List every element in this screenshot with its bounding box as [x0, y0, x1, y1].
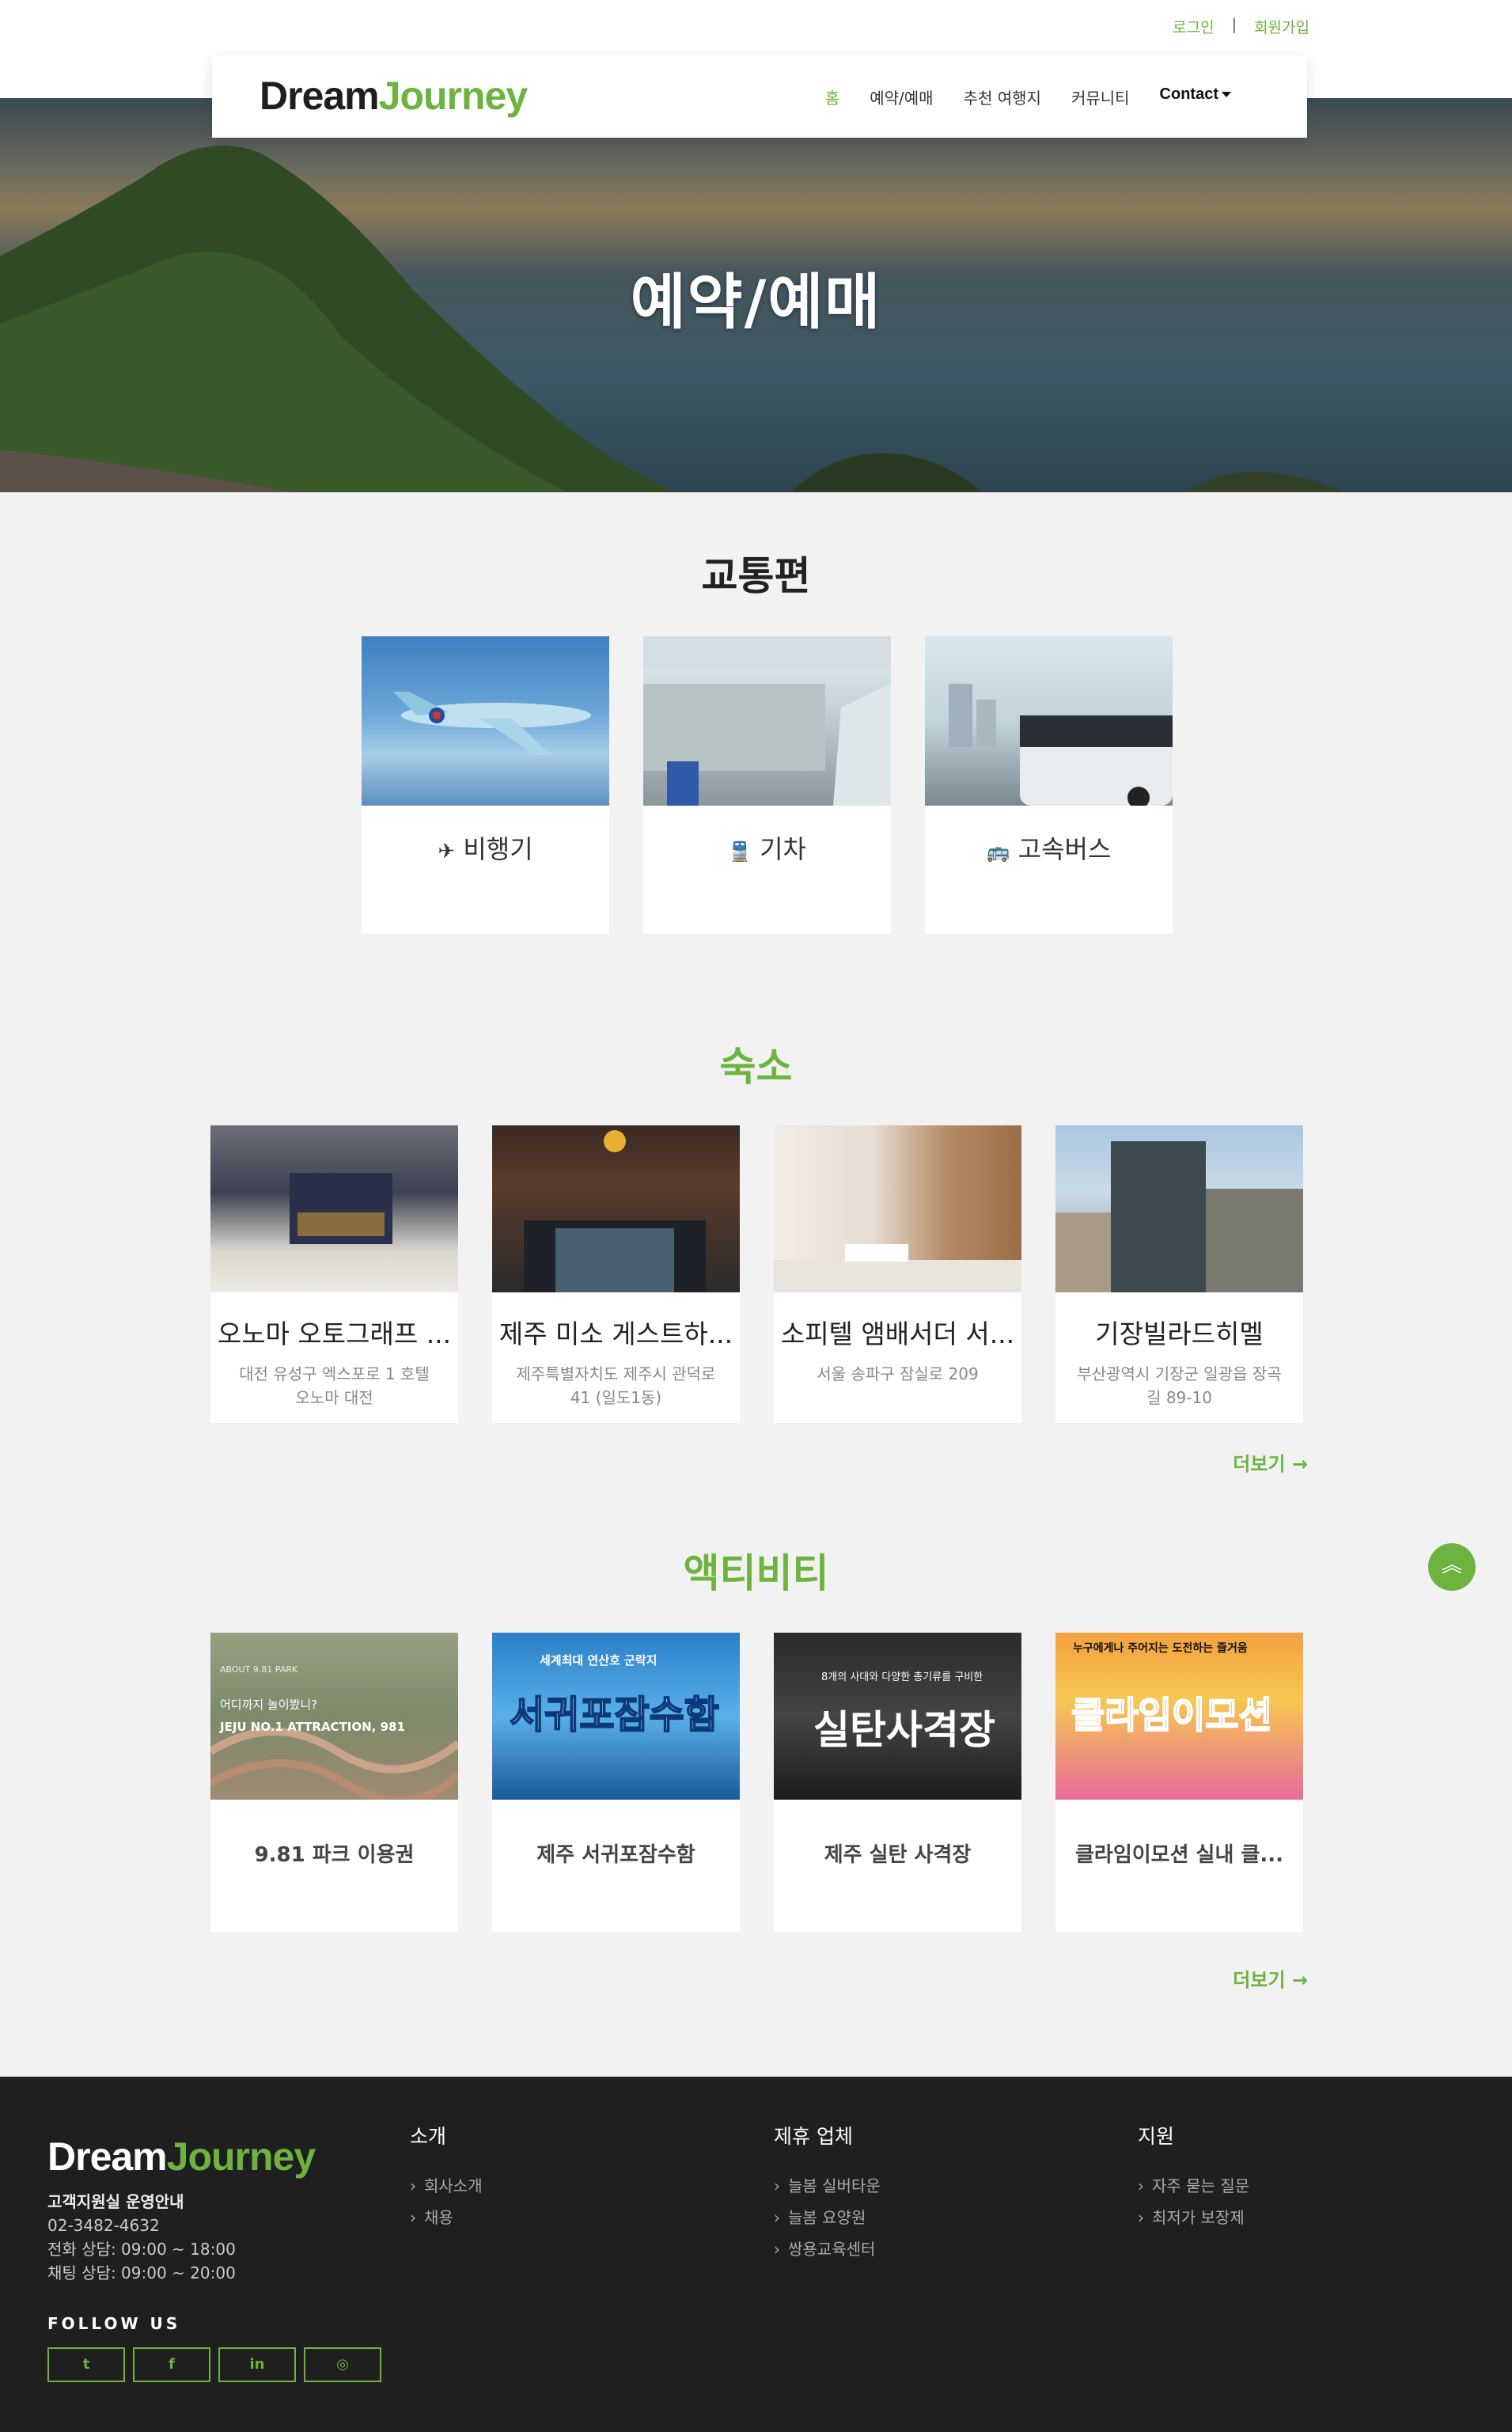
transport-card-bus[interactable]: 🚌 고속버스 — [925, 636, 1173, 934]
footer-link[interactable]: 채용 — [410, 2202, 483, 2233]
footer-link[interactable]: 자주 묻는 질문 — [1138, 2170, 1249, 2202]
footer-link[interactable]: 최저가 보장제 — [1138, 2202, 1249, 2233]
airplane-image — [362, 636, 609, 806]
activity-name: 9.81 파크 이용권 — [254, 1843, 415, 1867]
activity-name: 제주 서귀포잠수함 — [536, 1843, 695, 1867]
lodging-name: 소피텔 앰배서더 서... — [780, 1318, 1015, 1349]
login-link[interactable]: 로그인 — [1173, 16, 1214, 37]
transport-label: 🚌 고속버스 — [986, 834, 1112, 864]
lodging-card[interactable]: 제주 미소 게스트하... 제주특별자치도 제주시 관덕로 41 (일도1동) — [492, 1125, 740, 1423]
footer-link[interactable]: 늘봄 요양원 — [774, 2202, 881, 2233]
facebook-icon[interactable]: f — [133, 2347, 210, 2382]
motel-image — [492, 1125, 740, 1292]
social-links: t f in ◎ — [47, 2347, 381, 2382]
villa-building-image — [1055, 1125, 1303, 1292]
lodging-more-link[interactable]: 더보기 → — [1233, 1448, 1308, 1476]
hotel-room-image — [210, 1125, 458, 1292]
caret-down-icon — [1222, 92, 1231, 98]
footer-col-partners: 제휴 업체 늘봄 실버타운 늘봄 요양원 쌍용교육센터 — [774, 2121, 881, 2265]
transport-label: ✈ 비행기 — [438, 834, 533, 864]
svg-text:실탄사격장: 실탄사격장 — [813, 1707, 995, 1753]
svg-text:어디까지 놀이봤니?: 어디까지 놀이봤니? — [220, 1698, 317, 1712]
airplane-icon: ✈ — [438, 840, 456, 863]
activity-name: 클라임이모션 실내 클... — [1074, 1843, 1283, 1867]
train-station-image — [643, 636, 891, 806]
svg-text:JEJU NO.1 ATTRACTION, 981: JEJU NO.1 ATTRACTION, 981 — [219, 1720, 405, 1734]
instagram-icon[interactable]: ◎ — [304, 2347, 381, 2382]
double-chevron-up-icon: ︽ — [1441, 1554, 1462, 1577]
lodging-address: 제주특별자치도 제주시 관덕로 41 (일도1동) — [516, 1364, 716, 1407]
support-info: 고객지원실 운영안내 02-3482-4632 전화 상담: 09:00 ~ 1… — [47, 2192, 236, 2282]
svg-text:ABOUT 9.81 PARK: ABOUT 9.81 PARK — [220, 1664, 298, 1675]
climbing-image: 누구에게나 주어지는 도전하는 즐거움 클라임이모션 — [1055, 1633, 1303, 1800]
auth-separator: | — [1231, 16, 1237, 33]
transport-card-plane[interactable]: ✈ 비행기 — [362, 636, 609, 934]
transport-label: 🚆 기차 — [728, 834, 806, 864]
lodging-address: 부산광역시 기장군 일광읍 장곡길 89-10 — [1077, 1364, 1282, 1407]
nav-menu: 홈 예약/예매 추천 여행지 커뮤니티 Contact — [825, 85, 1231, 108]
train-icon: 🚆 — [728, 840, 752, 863]
park-image: ABOUT 9.81 PARK 어디까지 놀이봤니? JEJU NO.1 ATT… — [210, 1633, 458, 1800]
rocks-image — [791, 453, 1345, 492]
svg-text:서귀포잠수함: 서귀포잠수함 — [510, 1693, 719, 1737]
bus-image — [925, 636, 1173, 806]
activity-card[interactable]: ABOUT 9.81 PARK 어디까지 놀이봤니? JEJU NO.1 ATT… — [210, 1633, 458, 1932]
activity-card[interactable]: 8개의 사대와 다양한 총기류를 구비한 실탄사격장 제주 실탄 사격장 — [774, 1633, 1021, 1932]
lodging-heading: 숙소 — [719, 1044, 793, 1090]
hero-banner: 예약/예매 — [0, 98, 1512, 492]
hotel-lobby-image — [774, 1125, 1021, 1292]
lodging-name: 제주 미소 게스트하... — [498, 1318, 733, 1349]
svg-text:클라임이모션: 클라임이모션 — [1071, 1694, 1272, 1736]
brand-logo[interactable]: DreamJourney — [260, 73, 528, 119]
lodging-card[interactable]: 오노마 오토그래프 ... 대전 유성구 엑스포로 1 호텔 오노마 대전 — [210, 1125, 458, 1423]
nav-item-booking[interactable]: 예약/예매 — [870, 85, 933, 108]
main-navbar: DreamJourney 홈 예약/예매 추천 여행지 커뮤니티 Contact — [212, 55, 1307, 138]
lodging-card[interactable]: 기장빌라드히멜 부산광역시 기장군 일광읍 장곡길 89-10 — [1055, 1125, 1303, 1423]
activity-heading: 액티비티 — [683, 1550, 829, 1596]
nav-item-contact[interactable]: Contact — [1160, 85, 1231, 108]
lodging-address: 서울 송파구 잠실로 209 — [817, 1364, 979, 1383]
footer-col-about: 소개 회사소개 채용 — [410, 2121, 483, 2233]
submarine-image: 세계최대 연산호 군락지 서귀포잠수함 — [492, 1633, 740, 1800]
activity-name: 제주 실탄 사격장 — [824, 1843, 972, 1867]
follow-us-label: FOLLOW US — [47, 2314, 181, 2333]
scroll-top-button[interactable]: ︽ — [1428, 1543, 1476, 1591]
footer: DreamJourney 고객지원실 운영안내 02-3482-4632 전화 … — [0, 2077, 1512, 2432]
footer-link[interactable]: 회사소개 — [410, 2170, 483, 2202]
svg-text:8개의 사대와 다양한 총기류를 구비한: 8개의 사대와 다양한 총기류를 구비한 — [821, 1671, 983, 1683]
signup-link[interactable]: 회원가입 — [1254, 16, 1309, 37]
activity-card[interactable]: 누구에게나 주어지는 도전하는 즐거움 클라임이모션 클라임이모션 실내 클..… — [1055, 1633, 1303, 1932]
shooting-range-image: 8개의 사대와 다양한 총기류를 구비한 실탄사격장 — [774, 1633, 1021, 1800]
nav-item-home[interactable]: 홈 — [825, 85, 839, 108]
twitter-icon[interactable]: t — [47, 2347, 125, 2382]
transport-heading: 교통편 — [701, 553, 811, 599]
page-title: 예약/예매 — [630, 267, 882, 337]
lodging-address: 대전 유성구 엑스포로 1 호텔 오노마 대전 — [239, 1364, 430, 1407]
lodging-card[interactable]: 소피텔 앰배서더 서... 서울 송파구 잠실로 209 — [774, 1125, 1021, 1423]
svg-text:세계최대 연산호 군락지: 세계최대 연산호 군락지 — [540, 1653, 657, 1667]
bus-icon: 🚌 — [986, 840, 1010, 863]
transport-card-train[interactable]: 🚆 기차 — [643, 636, 891, 934]
lodging-name: 기장빌라드히멜 — [1095, 1318, 1264, 1349]
svg-text:누구에게나 주어지는 도전하는 즐거움: 누구에게나 주어지는 도전하는 즐거움 — [1073, 1641, 1248, 1655]
activity-more-link[interactable]: 더보기 → — [1233, 1964, 1308, 1992]
lodging-name: 오노마 오토그래프 ... — [217, 1318, 452, 1349]
footer-col-support: 지원 자주 묻는 질문 최저가 보장제 — [1138, 2121, 1249, 2233]
nav-item-recommend[interactable]: 추천 여행지 — [964, 85, 1041, 108]
footer-link[interactable]: 쌍용교육센터 — [774, 2233, 881, 2265]
footer-link[interactable]: 늘봄 실버타운 — [774, 2170, 881, 2202]
activity-card[interactable]: 세계최대 연산호 군락지 서귀포잠수함 제주 서귀포잠수함 — [492, 1633, 740, 1932]
footer-brand-logo[interactable]: DreamJourney — [47, 2134, 316, 2180]
auth-links: 로그인 | 회원가입 — [1173, 16, 1309, 37]
linkedin-icon[interactable]: in — [218, 2347, 296, 2382]
nav-item-community[interactable]: 커뮤니티 — [1071, 85, 1130, 108]
